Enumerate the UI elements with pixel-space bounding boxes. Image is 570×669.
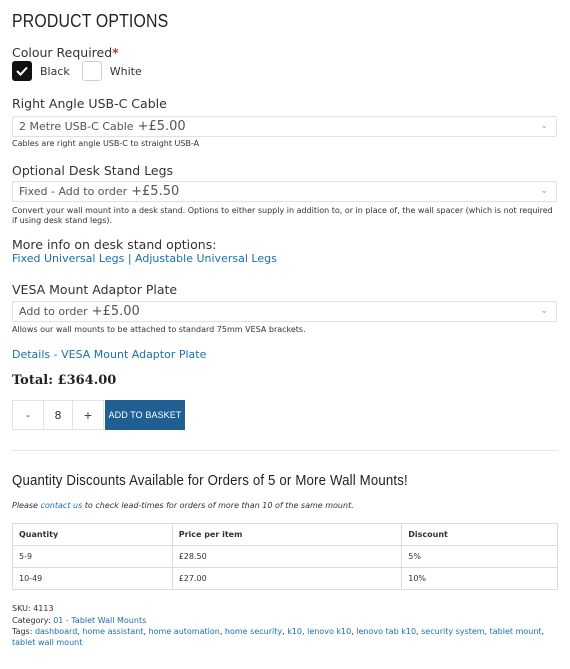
desk-legs-selected: Fixed - Add to order — [19, 185, 128, 198]
usb-cable-select[interactable]: 2 Metre USB-C Cable +£5.00 ⌄ — [12, 116, 557, 137]
header-discount: Discount — [401, 523, 558, 546]
swatch-white[interactable] — [81, 61, 102, 81]
cell-price: £27.00 — [171, 567, 403, 590]
vesa-details-link[interactable]: Details - VESA Mount Adaptor Plate — [12, 348, 206, 361]
vesa-select[interactable]: Add to order +£5.00 ⌄ — [12, 301, 557, 322]
tag-link[interactable]: k10 — [287, 627, 302, 636]
adjustable-legs-link[interactable]: Adjustable Universal Legs — [135, 252, 277, 265]
tag-link[interactable]: tablet mount — [490, 627, 542, 636]
sku-line: SKU: 4113 — [12, 603, 54, 614]
desk-legs-price: +£5.50 — [131, 184, 180, 199]
sku-value: 4113 — [33, 604, 54, 613]
table-row: 5-9 £28.50 5% — [12, 545, 558, 568]
desk-legs-note: Convert your wall mount into a desk stan… — [12, 206, 553, 225]
order-total: Total: £364.00 — [12, 373, 117, 388]
add-to-basket-button[interactable]: ADD TO BASKET — [105, 400, 185, 430]
tag-link[interactable]: home automation — [149, 627, 220, 636]
category-line: Category: 01 - Tablet Wall Mounts — [12, 615, 146, 626]
discounts-note-suffix: to check lead-times for orders of more t… — [84, 501, 354, 510]
tag-link[interactable]: home assistant — [82, 627, 143, 636]
more-info-label: More info on desk stand options: — [12, 237, 217, 252]
desk-legs-label: Optional Desk Stand Legs — [12, 163, 174, 178]
tag-link[interactable]: tablet wall mount — [12, 638, 82, 647]
check-icon — [16, 66, 28, 76]
swatch-white-label: White — [109, 64, 142, 78]
desk-legs-select[interactable]: Fixed - Add to order +£5.50 ⌄ — [12, 181, 557, 202]
tag-link[interactable]: lenovo tab k10 — [356, 627, 416, 636]
swatch-black[interactable] — [12, 61, 32, 81]
cell-quantity: 10-49 — [12, 567, 173, 590]
page-title: PRODUCT OPTIONS — [12, 11, 169, 31]
cell-price: £28.50 — [171, 545, 403, 568]
cell-quantity: 5-9 — [12, 545, 173, 568]
category-label: Category: — [12, 616, 51, 625]
cell-discount: 5% — [401, 545, 558, 568]
usb-cable-note: Cables are right angle USB-C to straight… — [12, 139, 200, 148]
discounts-note-prefix: Please — [12, 501, 38, 510]
usb-cable-selected: 2 Metre USB-C Cable — [19, 120, 134, 133]
header-quantity: Quantity — [12, 523, 173, 546]
table-header-row: Quantity Price per item Discount — [12, 523, 558, 546]
colour-swatches: Black White — [12, 61, 154, 81]
sku-label: SKU: — [12, 604, 31, 613]
tags-label: Tags: — [12, 627, 33, 636]
tag-link[interactable]: dashboard — [35, 627, 77, 636]
quantity-decrease-button[interactable]: - — [13, 401, 43, 429]
divider — [12, 450, 558, 451]
discount-table: Quantity Price per item Discount 5-9 £28… — [12, 523, 558, 590]
vesa-note: Allows our wall mounts to be attached to… — [12, 325, 306, 334]
contact-us-link[interactable]: contact us — [41, 501, 83, 510]
chevron-down-icon: ⌄ — [540, 121, 548, 131]
quantity-stepper: - 8 + — [12, 400, 104, 430]
desk-stand-links: Fixed Universal Legs | Adjustable Univer… — [12, 252, 277, 265]
tags-line: Tags: dashboard, home assistant, home au… — [12, 627, 545, 647]
colour-label: Colour Required* — [12, 45, 119, 60]
quantity-increase-button[interactable]: + — [73, 401, 103, 429]
usb-cable-price: +£5.00 — [137, 119, 186, 134]
table-row: 10-49 £27.00 10% — [12, 567, 558, 590]
tag-link[interactable]: lenovo k10 — [307, 627, 351, 636]
vesa-selected: Add to order — [19, 305, 88, 318]
quantity-input[interactable]: 8 — [43, 401, 73, 429]
required-mark: * — [112, 45, 119, 60]
swatch-black-label: Black — [40, 64, 70, 78]
fixed-legs-link[interactable]: Fixed Universal Legs — [12, 252, 124, 265]
tag-link[interactable]: home security — [225, 627, 282, 636]
discounts-title: Quantity Discounts Available for Orders … — [12, 472, 408, 489]
vesa-label: VESA Mount Adaptor Plate — [12, 282, 178, 297]
usb-cable-label: Right Angle USB-C Cable — [12, 96, 167, 111]
colour-label-text: Colour Required — [12, 45, 113, 60]
discounts-note: Please contact us to check lead-times fo… — [12, 501, 354, 510]
vesa-details: Details - VESA Mount Adaptor Plate — [12, 348, 206, 361]
cell-discount: 10% — [401, 567, 558, 590]
link-separator: | — [127, 252, 132, 265]
chevron-down-icon: ⌄ — [540, 306, 548, 316]
chevron-down-icon: ⌄ — [540, 186, 548, 196]
header-price: Price per item — [171, 523, 403, 546]
vesa-price: +£5.00 — [91, 304, 140, 319]
tag-link[interactable]: security system — [421, 627, 484, 636]
category-link[interactable]: 01 - Tablet Wall Mounts — [53, 616, 146, 625]
